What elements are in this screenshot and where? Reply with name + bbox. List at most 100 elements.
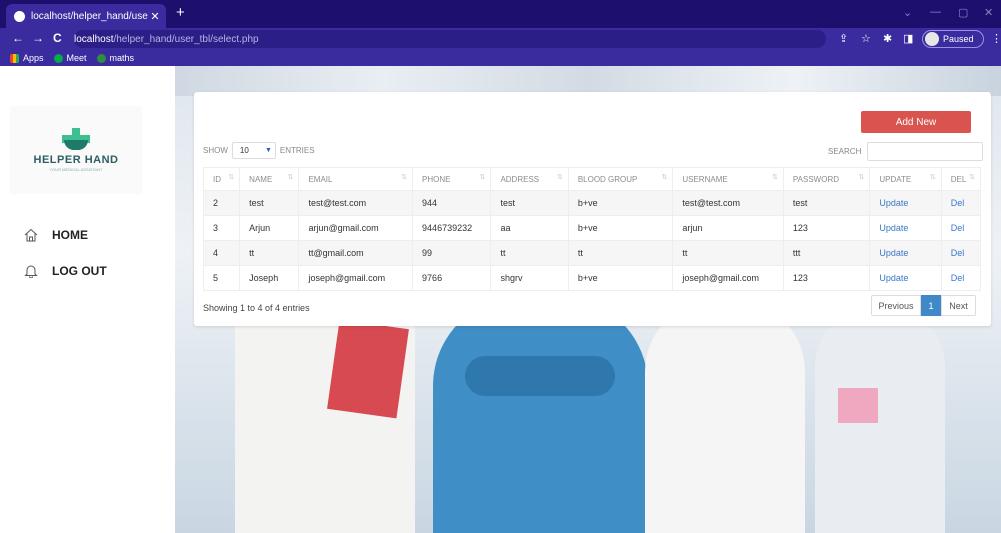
menu-icon[interactable]: ⋮ <box>991 32 1001 45</box>
minimize-icon[interactable]: — <box>930 6 941 18</box>
add-new-button[interactable]: Add New <box>861 111 971 133</box>
close-icon[interactable]: ✕ <box>148 10 162 23</box>
next-page-button[interactable]: Next <box>941 295 976 316</box>
entries-select[interactable]: 10 ▼ <box>231 142 276 159</box>
col-header-username[interactable]: USERNAME ⇅ <box>672 167 784 191</box>
col-header-blood-group[interactable]: BLOOD GROUP ⇅ <box>567 167 674 191</box>
search-label: SEARCH <box>828 147 862 156</box>
cell-phone: 9446739232 <box>412 215 492 241</box>
table-row: 5 Joseph joseph@gmail.com 9766 shgrv b+v… <box>202 265 982 291</box>
globe-icon <box>14 10 25 22</box>
close-window-icon[interactable]: ✕ <box>984 6 993 19</box>
chevron-down-icon[interactable]: ⌄ <box>903 6 912 19</box>
update-link[interactable]: Update <box>879 198 908 208</box>
cell-id: 4 <box>202 240 241 266</box>
browser-toolbar: ← → C ⓘ localhost/helper_hand/user_tbl/s… <box>0 28 1001 256</box>
cell-username: arjun <box>672 215 784 241</box>
delete-link[interactable]: Del <box>951 248 965 258</box>
maths-icon <box>96 53 106 63</box>
show-label: SHOW <box>203 146 228 155</box>
extensions-icon[interactable]: ✱ <box>883 32 892 45</box>
cell-address: shgrv <box>490 265 569 291</box>
logo-tagline: YOUR MEDICAL ASSISTANT <box>49 167 103 172</box>
pagination: Previous 1 Next <box>871 295 976 316</box>
cell-address: aa <box>490 215 569 241</box>
previous-page-button[interactable]: Previous <box>871 295 921 316</box>
cell-address: test <box>490 190 569 216</box>
profile-status: Paused <box>943 34 974 44</box>
sidebar-item-home[interactable]: HOME <box>24 228 88 242</box>
table-row: 3 Arjun arjun@gmail.com 9446739232 aa b+… <box>202 215 982 241</box>
url-host: localhost <box>74 33 114 45</box>
meet-icon <box>53 53 63 63</box>
cell-blood-group: b+ve <box>567 215 674 241</box>
cell-update: Update <box>869 190 942 216</box>
col-header-address[interactable]: ADDRESS ⇅ <box>490 167 569 191</box>
sort-icon: ⇅ <box>969 174 975 181</box>
cell-email: arjun@gmail.com <box>298 215 414 241</box>
bookmark-maths[interactable]: maths <box>96 53 134 63</box>
bookmark-meet[interactable]: Meet <box>53 53 87 63</box>
sidebar-item-logout[interactable]: LOG OUT <box>24 264 107 278</box>
sort-icon: ⇅ <box>556 174 563 181</box>
browser-tab[interactable]: localhost/helper_hand/user_tbl/ ✕ <box>6 4 166 28</box>
back-arrow-icon[interactable]: ← <box>12 31 24 45</box>
search-input[interactable] <box>867 142 984 161</box>
sort-icon: ⇅ <box>401 174 408 181</box>
col-header-password[interactable]: PASSWORD ⇅ <box>782 167 871 191</box>
col-header-name[interactable]: NAME ⇅ <box>239 167 300 191</box>
cell-password: 123 <box>782 215 871 241</box>
update-link[interactable]: Update <box>879 273 908 283</box>
update-link[interactable]: Update <box>879 223 908 233</box>
update-link[interactable]: Update <box>879 248 908 258</box>
cell-id: 3 <box>202 215 241 241</box>
avatar <box>925 32 939 46</box>
browser-tab-strip: localhost/helper_hand/user_tbl/ ✕ + ⌄ — … <box>0 0 1001 28</box>
cell-update: Update <box>869 240 942 266</box>
star-icon[interactable]: ☆ <box>861 32 871 45</box>
home-icon <box>24 228 38 242</box>
table-row: 4 tt tt@gmail.com 99 tt tt tt ttt Update… <box>202 240 982 266</box>
cell-blood-group: b+ve <box>567 190 674 216</box>
sort-icon: ⇅ <box>858 174 865 181</box>
logo-text: HELPER HAND <box>33 154 119 166</box>
cell-blood-group: b+ve <box>567 265 674 291</box>
side-panel-icon[interactable]: ◨ <box>903 32 913 45</box>
col-header-id[interactable]: ID ⇅ <box>202 167 241 191</box>
cell-name: Joseph <box>239 265 300 291</box>
bookmark-apps[interactable]: Apps <box>10 53 44 63</box>
address-bar[interactable]: ⓘ localhost/helper_hand/user_tbl/select.… <box>74 30 826 256</box>
col-header-email[interactable]: EMAIL ⇅ <box>298 167 414 191</box>
cell-update: Update <box>869 215 942 241</box>
reload-icon[interactable]: C <box>53 31 62 45</box>
col-header-del[interactable]: DEL ⇅ <box>940 167 982 191</box>
col-header-phone[interactable]: PHONE ⇅ <box>412 167 492 191</box>
share-icon[interactable]: ⇪ <box>839 32 848 45</box>
bookmarks-bar: Apps Meet maths <box>0 50 1001 66</box>
users-table-card: Add New SHOW 10 ▼ ENTRIES SEARCH ID ⇅ NAM… <box>194 92 991 326</box>
profile-button[interactable]: Paused <box>922 30 984 48</box>
plus-icon[interactable]: + <box>176 4 185 21</box>
forward-arrow-icon[interactable]: → <box>32 31 44 45</box>
sort-icon: ⇅ <box>228 174 235 181</box>
delete-link[interactable]: Del <box>951 223 965 233</box>
sort-icon: ⇅ <box>772 174 778 181</box>
maximize-icon[interactable]: ▢ <box>958 6 968 19</box>
cell-password: test <box>782 190 871 216</box>
bell-icon <box>24 265 38 278</box>
cell-del: Del <box>940 190 982 216</box>
entries-value: 10 <box>239 146 249 155</box>
sort-icon: ⇅ <box>661 174 668 181</box>
entries-label: ENTRIES <box>279 146 315 155</box>
cell-update: Update <box>869 265 942 291</box>
sidebar-item-label: HOME <box>52 228 88 242</box>
delete-link[interactable]: Del <box>951 198 965 208</box>
cell-password: 123 <box>782 265 871 291</box>
page-1-button[interactable]: 1 <box>921 295 941 316</box>
delete-link[interactable]: Del <box>951 273 965 283</box>
col-header-update[interactable]: UPDATE ⇅ <box>869 167 942 191</box>
apps-icon <box>10 53 19 63</box>
chevron-down-icon: ▼ <box>264 147 272 154</box>
cell-password: ttt <box>782 240 871 266</box>
cell-name: tt <box>239 240 300 266</box>
